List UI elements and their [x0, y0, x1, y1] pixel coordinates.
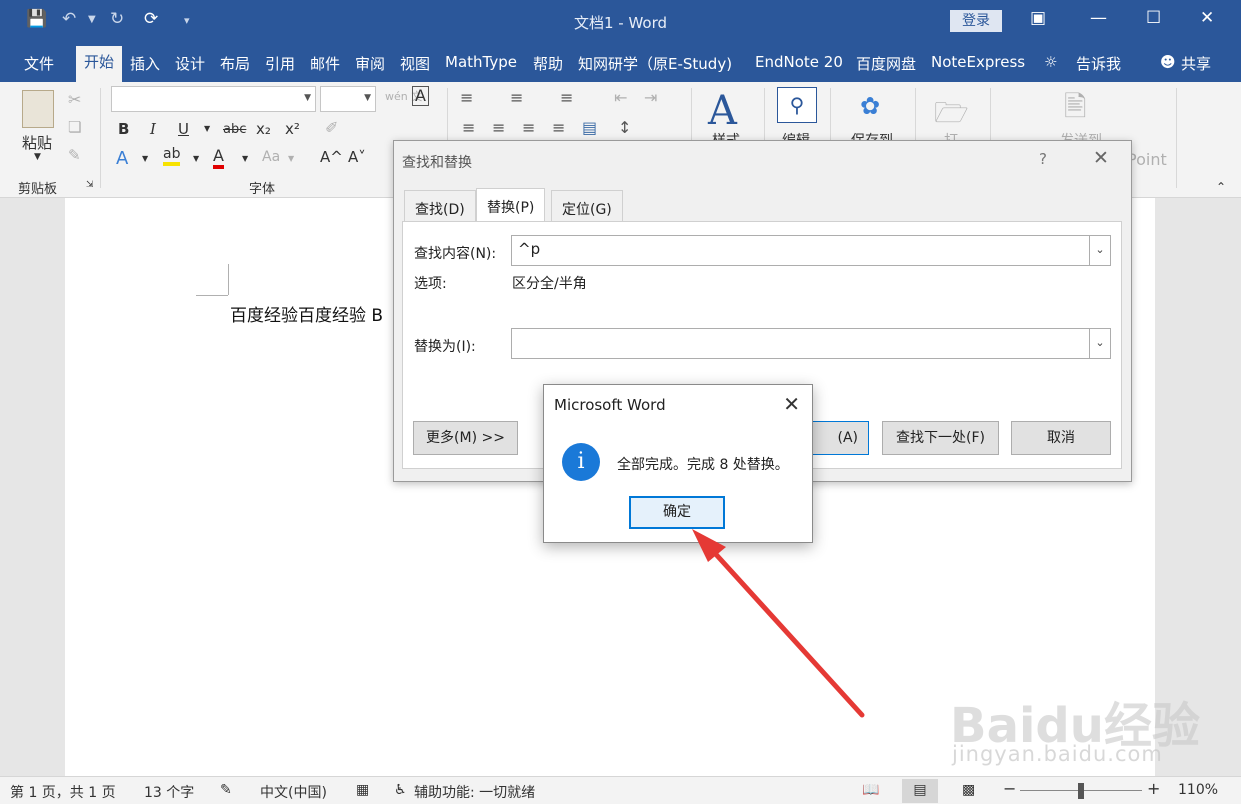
- word-count[interactable]: 13 个字: [144, 782, 194, 802]
- proofing-icon[interactable]: ✎: [220, 782, 232, 798]
- print-layout-icon[interactable]: ▤: [902, 779, 938, 803]
- accessibility-status[interactable]: 辅助功能: 一切就绪: [414, 782, 535, 802]
- language[interactable]: 中文(中国): [260, 782, 327, 802]
- accessibility-icon[interactable]: ♿: [394, 782, 407, 798]
- zoom-level[interactable]: 110%: [1178, 782, 1218, 798]
- page-count[interactable]: 第 1 页，共 1 页: [10, 782, 116, 802]
- zoom-slider-thumb[interactable]: [1078, 783, 1084, 799]
- zoom-in-icon[interactable]: +: [1147, 779, 1160, 798]
- zoom-out-icon[interactable]: −: [1003, 779, 1016, 798]
- web-layout-icon[interactable]: ▩: [962, 782, 975, 798]
- read-mode-icon[interactable]: 📖: [862, 782, 879, 798]
- macro-icon[interactable]: ▦: [356, 782, 369, 798]
- red-arrow-annotation: [692, 529, 865, 718]
- status-bar: 第 1 页，共 1 页 13 个字 ✎ 中文(中国) ▦ ♿ 辅助功能: 一切就…: [0, 776, 1241, 804]
